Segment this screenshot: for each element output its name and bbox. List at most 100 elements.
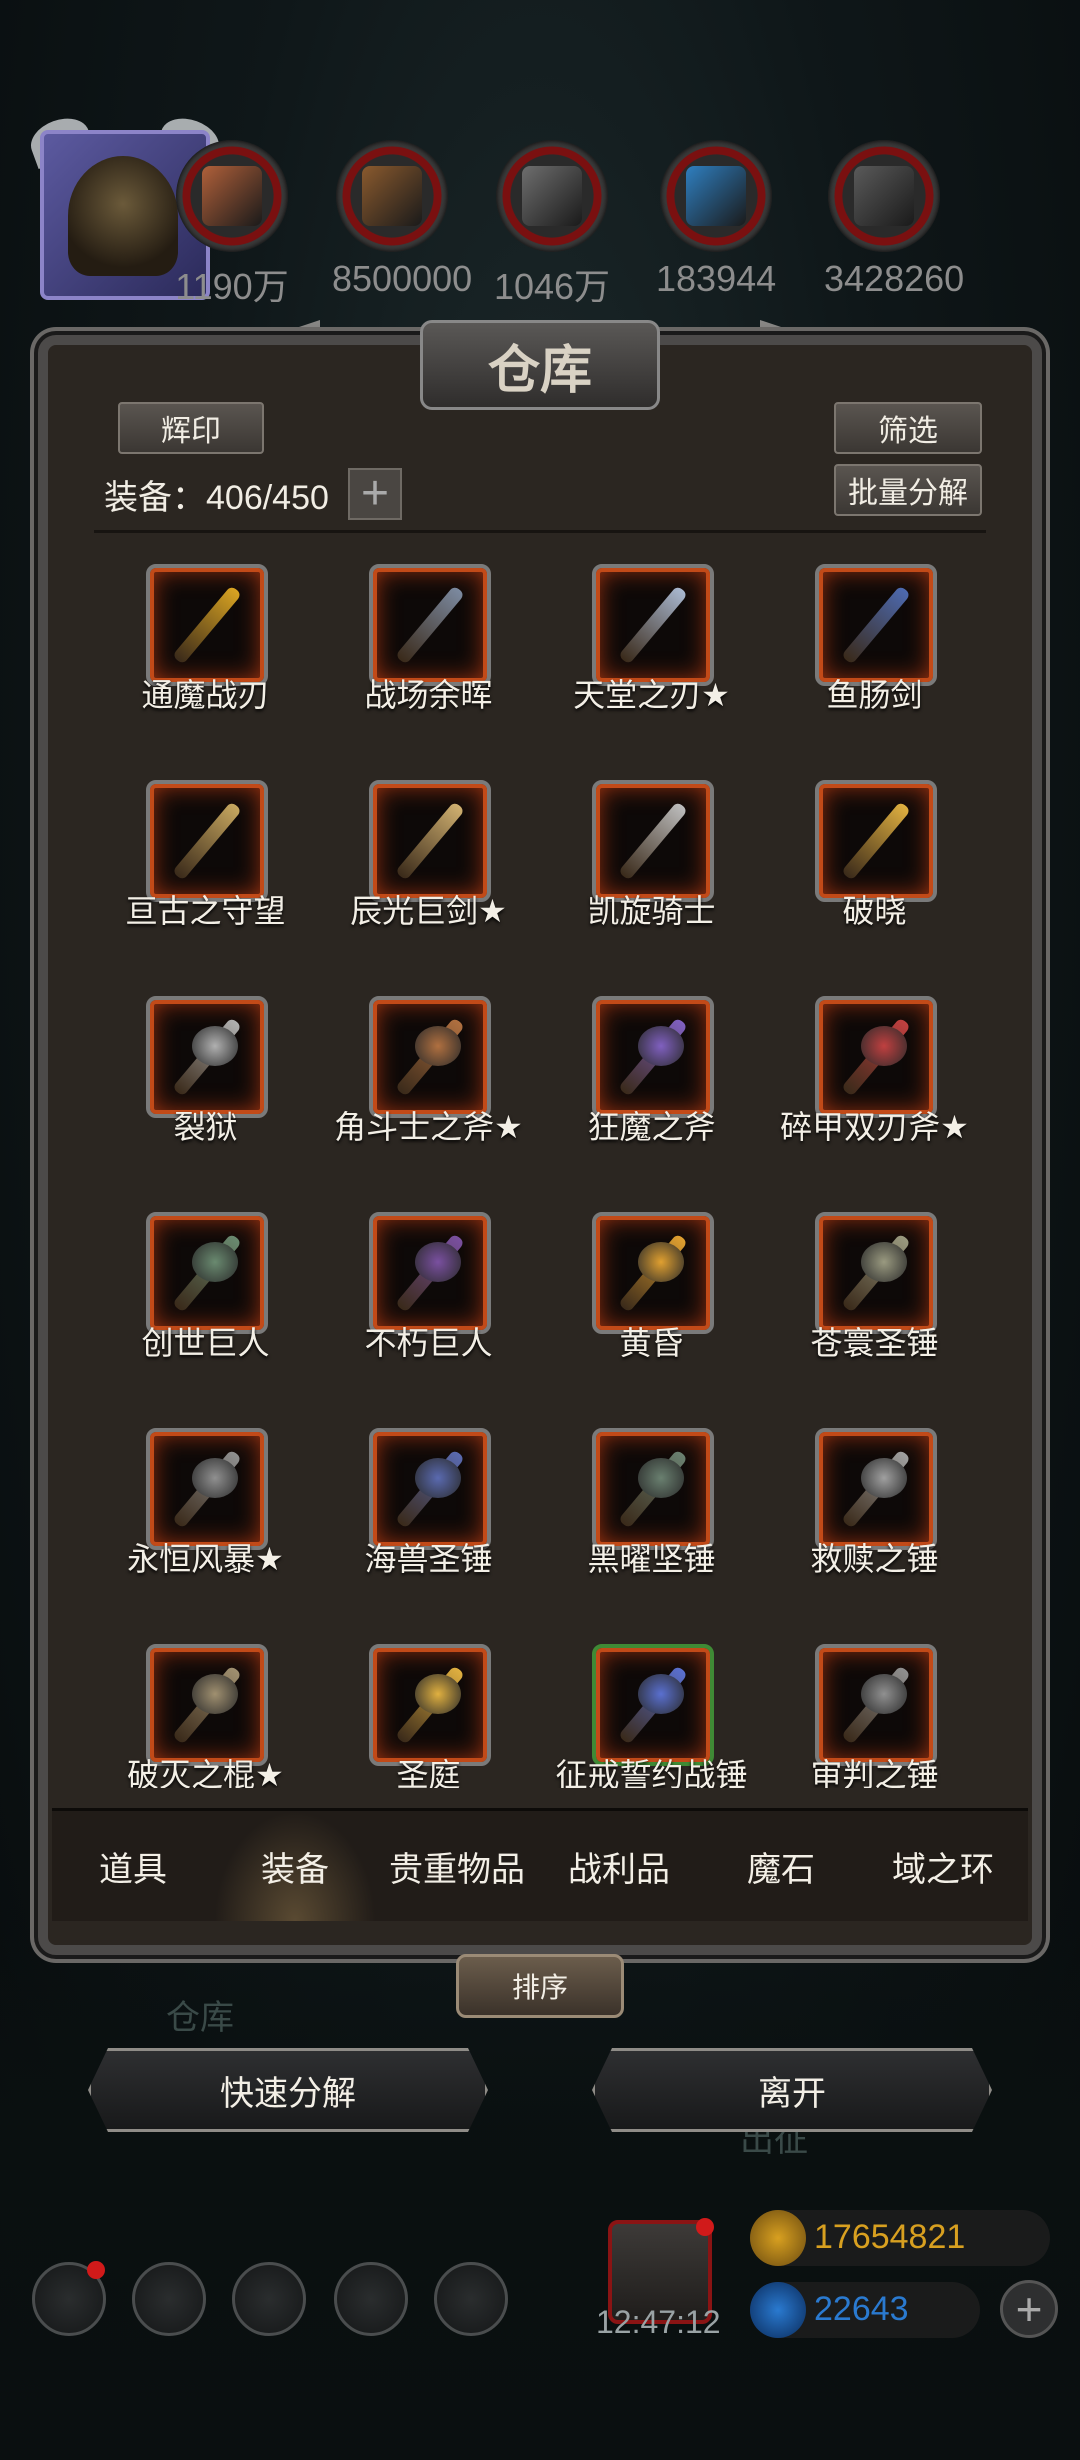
item-cell[interactable]: 角斗士之斧★ (317, 980, 540, 1196)
item-cell[interactable]: 通魔战刃 (94, 548, 317, 764)
ranking-icon[interactable] (232, 2262, 306, 2336)
weapon-icon (831, 796, 921, 886)
gold-amount: 17654821 (814, 2218, 966, 2256)
resource-counter[interactable]: 1190万 (172, 140, 292, 310)
resource-counter[interactable]: 8500000 (332, 140, 472, 300)
item-slot[interactable] (815, 780, 937, 902)
item-slot[interactable] (815, 1428, 937, 1550)
resource-ring (828, 140, 940, 252)
item-cell[interactable]: 裂狱 (94, 980, 317, 1196)
weapon-icon (385, 1012, 475, 1102)
item-cell[interactable]: 创世巨人 (94, 1196, 317, 1412)
item-slot[interactable] (592, 1644, 714, 1766)
emblem-button[interactable]: 辉印 (118, 402, 264, 454)
item-slot[interactable] (592, 1428, 714, 1550)
weapon-shape (618, 801, 688, 881)
item-cell[interactable]: 亘古之守望 (94, 764, 317, 980)
notification-dot (87, 2261, 105, 2279)
crystal-icon (686, 166, 746, 226)
item-slot[interactable] (369, 1644, 491, 1766)
mail-icon[interactable] (334, 2262, 408, 2336)
item-slot[interactable] (592, 780, 714, 902)
item-slot[interactable] (146, 780, 268, 902)
weapon-icon (831, 1228, 921, 1318)
batch-decompose-button[interactable]: 批量分解 (834, 464, 982, 516)
item-slot[interactable] (146, 1644, 268, 1766)
notification-dot (696, 2218, 714, 2236)
item-slot[interactable] (146, 1428, 268, 1550)
weapon-shape (841, 585, 911, 665)
item-cell[interactable]: 救赎之锤 (763, 1412, 986, 1628)
item-cell[interactable]: 碎甲双刃斧★ (763, 980, 986, 1196)
item-cell[interactable]: 海兽圣锤 (317, 1412, 540, 1628)
weapon-icon (162, 796, 252, 886)
share-icon[interactable] (434, 2262, 508, 2336)
star-icon[interactable] (132, 2262, 206, 2336)
weapon-head (638, 1458, 684, 1498)
item-cell[interactable]: 征戒誓约战锤 (540, 1628, 763, 1788)
weapon-icon (608, 796, 698, 886)
weapon-head (192, 1242, 238, 1282)
tab-2[interactable]: 贵重物品 (376, 1811, 538, 1921)
weapon-icon (385, 1660, 475, 1750)
item-cell[interactable]: 狂魔之斧 (540, 980, 763, 1196)
item-cell[interactable]: 战场余晖 (317, 548, 540, 764)
sort-button[interactable]: 排序 (456, 1954, 624, 2018)
settings-icon[interactable] (32, 2261, 106, 2336)
item-cell[interactable]: 圣庭 (317, 1628, 540, 1788)
iron-icon (522, 166, 582, 226)
resource-value: 3428260 (824, 258, 965, 299)
item-slot[interactable] (592, 1212, 714, 1334)
weapon-icon (162, 1444, 252, 1534)
item-cell[interactable]: 破晓 (763, 764, 986, 980)
item-cell[interactable]: 不朽巨人 (317, 1196, 540, 1412)
item-slot[interactable] (815, 996, 937, 1118)
tab-3[interactable]: 战利品 (538, 1811, 700, 1921)
item-slot[interactable] (592, 996, 714, 1118)
resource-counter[interactable]: 1046万 (492, 140, 612, 310)
weapon-icon (162, 1228, 252, 1318)
item-name: 破晓 (842, 893, 907, 929)
item-slot[interactable] (369, 1212, 491, 1334)
weapon-shape (172, 585, 242, 665)
weapon-icon (608, 580, 698, 670)
item-slot[interactable] (146, 564, 268, 686)
item-grid: 通魔战刃 战场余晖 天堂之刃★ 鱼肠剑亘古之守望 辰光巨剑★ 凯旋骑士破晓裂狱 角斗士之斧★… (94, 548, 986, 1788)
tab-1[interactable]: 装备 (214, 1811, 376, 1921)
item-cell[interactable]: 苍寰圣锤 (763, 1196, 986, 1412)
item-slot[interactable] (815, 1212, 937, 1334)
item-cell[interactable]: 破灭之棍★ (94, 1628, 317, 1788)
item-cell[interactable]: 辰光巨剑★ (317, 764, 540, 980)
item-slot[interactable] (592, 564, 714, 686)
tab-5[interactable]: 域之环 (862, 1811, 1024, 1921)
item-slot[interactable] (369, 564, 491, 686)
quick-decompose-button[interactable]: 快速分解 (88, 2048, 488, 2132)
plus-icon: + (360, 467, 390, 520)
avatar-portrait (68, 156, 178, 276)
resource-counter[interactable]: 3428260 (824, 140, 965, 300)
add-currency-button[interactable]: + (1000, 2280, 1058, 2338)
item-cell[interactable]: 永恒风暴★ (94, 1412, 317, 1628)
filter-button[interactable]: 筛选 (834, 402, 982, 454)
item-cell[interactable]: 凯旋骑士 (540, 764, 763, 980)
weapon-head (192, 1458, 238, 1498)
leave-button[interactable]: 离开 (592, 2048, 992, 2132)
weapon-icon (162, 1012, 252, 1102)
item-slot[interactable] (815, 1644, 937, 1766)
weapon-icon (831, 580, 921, 670)
item-slot[interactable] (369, 780, 491, 902)
resource-counter[interactable]: 183944 (656, 140, 776, 300)
item-slot[interactable] (369, 1428, 491, 1550)
item-cell[interactable]: 鱼肠剑 (763, 548, 986, 764)
item-cell[interactable]: 天堂之刃★ (540, 548, 763, 764)
item-slot[interactable] (369, 996, 491, 1118)
item-slot[interactable] (146, 996, 268, 1118)
item-slot[interactable] (146, 1212, 268, 1334)
tab-4[interactable]: 魔石 (700, 1811, 862, 1921)
item-cell[interactable]: 黄昏 (540, 1196, 763, 1412)
tab-0[interactable]: 道具 (52, 1811, 214, 1921)
expand-capacity-button[interactable]: + (348, 468, 402, 520)
item-slot[interactable] (815, 564, 937, 686)
item-cell[interactable]: 黑曜坚锤 (540, 1412, 763, 1628)
item-cell[interactable]: 审判之锤 (763, 1628, 986, 1788)
